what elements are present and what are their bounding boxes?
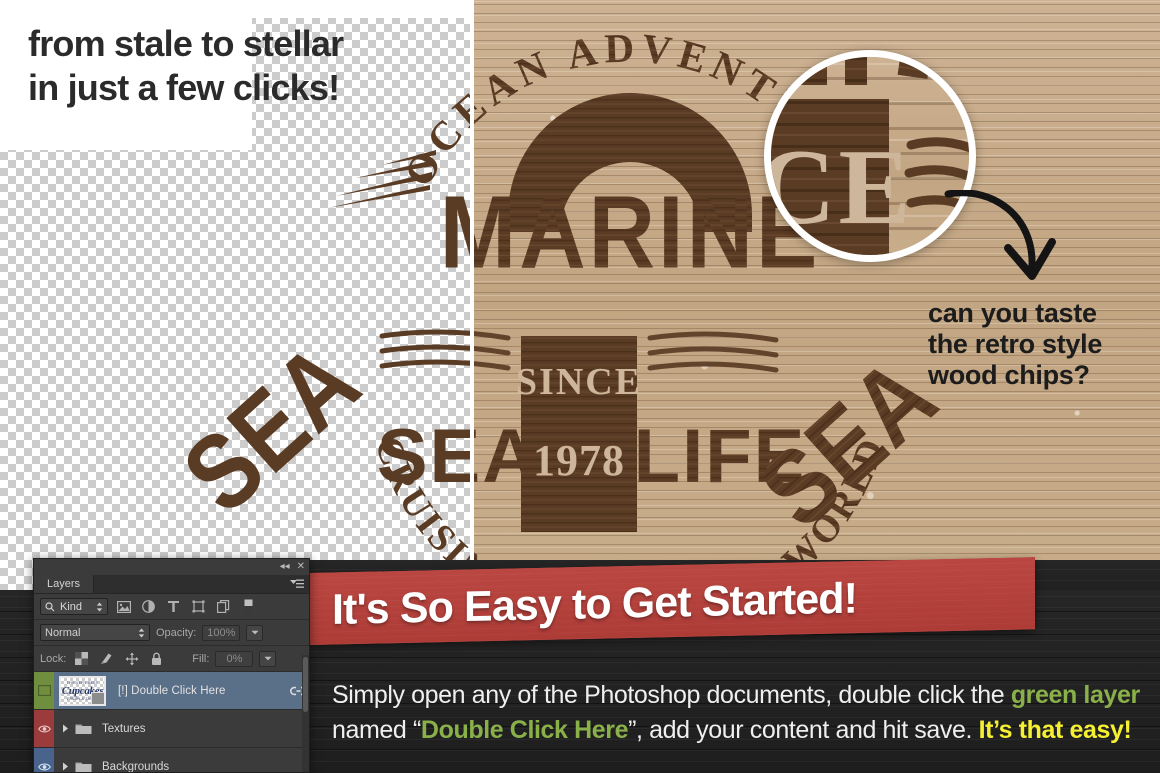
layer-color-strip-red[interactable]	[34, 710, 54, 747]
body-green-1: green layer	[1010, 681, 1140, 709]
headline-line-2: in just a few clicks!	[28, 67, 340, 108]
chevron-down-icon	[251, 630, 259, 635]
layer-row-double-click-here[interactable]: THE VERY BEST Cupcakes FRESH & TASTY [!]…	[34, 672, 309, 710]
layer-row-textures[interactable]: Textures	[34, 710, 309, 748]
body-yellow: It’s that easy!	[978, 716, 1132, 744]
chevron-right-icon[interactable]	[60, 762, 71, 771]
image-filter-icon[interactable]	[114, 598, 133, 615]
tab-layers[interactable]: Layers	[34, 575, 95, 593]
headline-line-1: from stale to stellar	[28, 23, 344, 64]
lock-row: Lock: Fill: 0%	[34, 646, 309, 672]
panel-titlebar: ◂◂ ✕	[34, 559, 309, 575]
body-part-2: named “	[332, 716, 421, 744]
panel-menu-icon[interactable]	[290, 579, 304, 590]
shape-filter-icon[interactable]	[189, 598, 208, 615]
chevron-right-icon[interactable]	[60, 724, 71, 733]
body-green-2: Double Click Here	[420, 716, 629, 744]
lock-position-icon[interactable]	[122, 650, 141, 667]
fill-label: Fill:	[192, 652, 210, 665]
scrollbar-thumb[interactable]	[303, 657, 308, 712]
body-part-3: ”, add your content and hit save.	[628, 716, 979, 744]
chevron-down-icon	[264, 656, 272, 661]
smart-object-filter-icon[interactable]	[214, 598, 233, 615]
filter-toggle-icon[interactable]	[239, 598, 258, 615]
visibility-off-icon[interactable]	[37, 685, 51, 696]
stepper-arrows-icon	[138, 628, 145, 637]
eye-icon[interactable]	[37, 762, 51, 772]
filter-row: Kind	[34, 594, 309, 620]
blend-mode-row: Normal Opacity: 100%	[34, 620, 309, 646]
layer-name: Textures	[102, 722, 146, 735]
panel-split-edge	[470, 0, 474, 590]
close-icon[interactable]: ✕	[297, 562, 305, 572]
blend-mode-value: Normal	[45, 626, 81, 639]
opacity-value[interactable]: 100%	[202, 624, 241, 641]
fill-value[interactable]: 0%	[215, 650, 254, 667]
adjustment-filter-icon[interactable]	[139, 598, 158, 615]
collapse-icon[interactable]: ◂◂	[280, 562, 290, 572]
opacity-dropdown-button[interactable]	[246, 624, 264, 641]
layers-panel[interactable]: ◂◂ ✕ Layers Kind Normal Opacity: 100% Lo…	[33, 558, 310, 773]
curved-arrow-icon	[944, 190, 1056, 280]
layer-color-strip-green[interactable]	[34, 672, 54, 709]
layer-color-strip-blue[interactable]	[34, 748, 54, 772]
search-icon	[45, 601, 55, 611]
body-part-1: Simply open any of the Photoshop documen…	[332, 681, 1011, 709]
lock-all-icon[interactable]	[147, 650, 166, 667]
banner-body-text: Simply open any of the Photoshop documen…	[332, 678, 1142, 748]
type-filter-icon[interactable]	[164, 598, 183, 615]
folder-icon	[75, 722, 92, 735]
annotation-line-2: the retro style	[928, 329, 1103, 359]
opacity-label: Opacity:	[156, 626, 197, 639]
lock-image-icon[interactable]	[97, 650, 116, 667]
lock-transparency-icon[interactable]	[72, 650, 91, 667]
smart-object-badge-icon	[91, 691, 104, 704]
tab-layers-label: Layers	[47, 578, 81, 590]
page-headline: from stale to stellar in just a few clic…	[28, 22, 344, 110]
folder-icon	[75, 760, 92, 772]
annotation-line-1: can you taste	[928, 298, 1097, 328]
filter-kind-select[interactable]: Kind	[40, 598, 108, 615]
lock-label: Lock:	[40, 652, 67, 665]
screenshot-stage: OCEAN ADVENTURE OCEAN ADVENTURE MARINE S…	[0, 0, 1160, 773]
stepper-arrows-icon[interactable]	[96, 602, 103, 612]
layer-name: [!] Double Click Here	[118, 684, 226, 697]
annotation-text: can you taste the retro style wood chips…	[928, 298, 1102, 391]
top-white-strip	[0, 0, 470, 18]
filter-kind-label: Kind	[60, 600, 83, 613]
eye-icon[interactable]	[37, 724, 51, 734]
fill-dropdown-button[interactable]	[259, 650, 277, 667]
svg-text:ICE: ICE	[771, 128, 914, 247]
layer-row-backgrounds[interactable]: Backgrounds	[34, 748, 309, 773]
panel-tabs: Layers	[34, 575, 309, 594]
annotation-line-3: wood chips?	[928, 360, 1090, 390]
blend-mode-select[interactable]: Normal	[40, 624, 150, 641]
layer-thumbnail[interactable]: THE VERY BEST Cupcakes FRESH & TASTY	[59, 675, 106, 706]
layers-scrollbar[interactable]	[302, 655, 309, 772]
layer-name: Backgrounds	[102, 760, 170, 773]
